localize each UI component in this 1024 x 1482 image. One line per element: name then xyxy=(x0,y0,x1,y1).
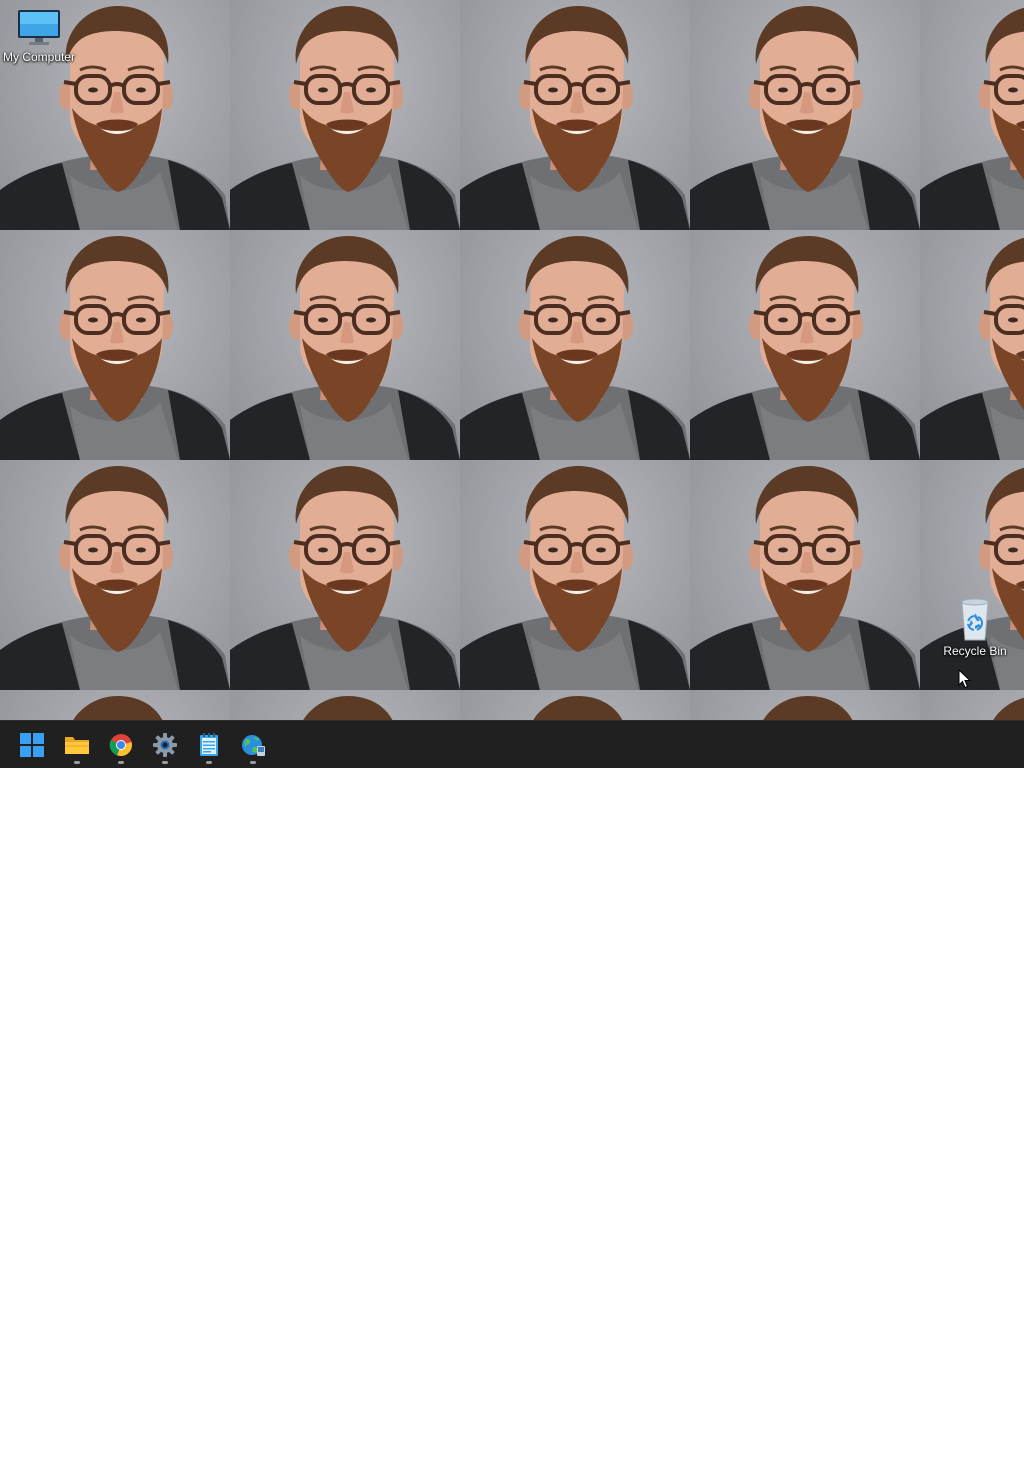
wallpaper-tile xyxy=(920,0,1024,230)
portrait-illustration xyxy=(0,466,230,690)
desktop[interactable]: My Computer Recycle Bin xyxy=(0,0,1024,720)
portrait-illustration xyxy=(460,236,690,460)
portrait-illustration xyxy=(920,237,1024,460)
taskbar-clock[interactable]: 9:03 AM 3/18/2022 xyxy=(940,1448,1020,1482)
portrait-illustration xyxy=(230,6,460,230)
notepad-icon xyxy=(200,733,218,756)
wallpaper-tile xyxy=(460,0,690,230)
taskbar-settings-button[interactable] xyxy=(147,727,183,764)
taskbar-start-button[interactable] xyxy=(14,727,50,763)
gear-icon xyxy=(153,733,177,757)
wallpaper-tile xyxy=(690,460,920,690)
portrait-illustration xyxy=(763,696,853,720)
mouse-cursor-icon xyxy=(958,669,972,689)
portrait-illustration xyxy=(690,236,920,460)
wallpaper-tile xyxy=(460,690,690,720)
wallpaper-tile xyxy=(920,230,1024,460)
wallpaper-tile xyxy=(230,230,460,460)
portrait-illustration xyxy=(230,466,460,690)
taskbar: 9:03 AM 3/18/2022 xyxy=(0,720,1024,1480)
portrait-illustration xyxy=(230,236,460,460)
wallpaper-tile xyxy=(690,0,920,230)
running-indicator xyxy=(162,761,168,764)
portrait-illustration xyxy=(533,696,623,720)
wallpaper-tile xyxy=(920,690,1024,720)
portrait-illustration xyxy=(920,7,1024,230)
portrait-illustration xyxy=(73,696,163,720)
running-indicator xyxy=(74,761,80,764)
wallpaper-tile xyxy=(690,690,920,720)
portrait-illustration xyxy=(0,236,230,460)
running-indicator xyxy=(118,761,124,764)
volume-icon[interactable] xyxy=(918,1454,940,1474)
clock-time: 9:03 AM xyxy=(957,1449,1003,1463)
recycle-bin-icon xyxy=(961,598,989,641)
wallpaper-tile xyxy=(230,460,460,690)
running-indicator xyxy=(206,761,212,764)
desktop-icon-label: My Computer xyxy=(2,50,76,64)
portrait-illustration xyxy=(690,466,920,690)
running-indicator xyxy=(250,761,256,764)
taskbar-globe-app-button[interactable] xyxy=(235,727,271,764)
chevron-up-icon[interactable] xyxy=(866,1455,884,1473)
taskbar-chrome-button[interactable] xyxy=(103,727,139,764)
portrait-illustration xyxy=(303,696,393,720)
wallpaper-tile xyxy=(690,230,920,460)
wallpaper-tile xyxy=(0,460,230,690)
desktop-icon-label: Recycle Bin xyxy=(943,644,1007,658)
globe-icon xyxy=(242,735,265,756)
wallpaper-tile xyxy=(0,690,230,720)
portrait-illustration xyxy=(993,697,1024,720)
taskbar-notepad-button[interactable] xyxy=(191,727,227,764)
wallpaper-tile xyxy=(0,230,230,460)
wallpaper-tile xyxy=(230,690,460,720)
network-icon[interactable] xyxy=(893,1454,913,1474)
folder-icon xyxy=(65,737,89,754)
wallpaper xyxy=(0,0,1024,720)
monitor-icon xyxy=(18,10,60,45)
wallpaper-tile xyxy=(230,0,460,230)
chrome-icon xyxy=(109,734,132,757)
portrait-illustration xyxy=(460,6,690,230)
wallpaper-tile xyxy=(460,230,690,460)
desktop-icon-my-computer[interactable]: My Computer xyxy=(0,8,78,64)
wallpaper-tile xyxy=(460,460,690,690)
taskbar-file-explorer-button[interactable] xyxy=(59,727,95,764)
windows-start-icon xyxy=(20,733,44,757)
portrait-illustration xyxy=(460,466,690,690)
desktop-icon-recycle-bin[interactable]: Recycle Bin xyxy=(936,596,1014,658)
portrait-illustration xyxy=(690,6,920,230)
clock-date: 3/18/2022 xyxy=(953,1466,1007,1480)
